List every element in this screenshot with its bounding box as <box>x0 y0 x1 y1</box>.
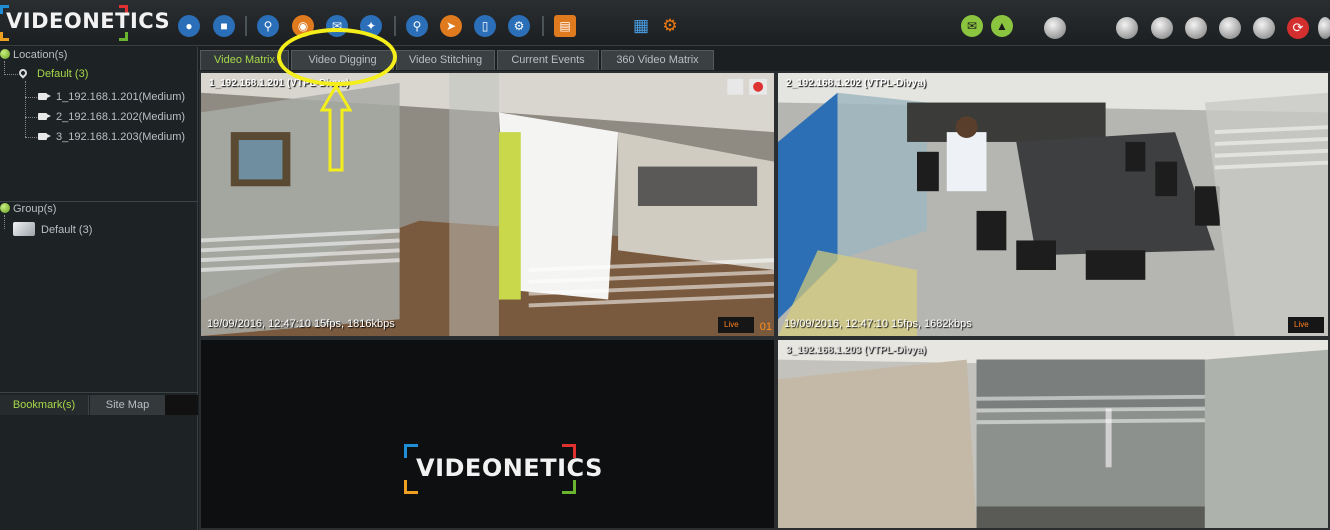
tile-number: 01 <box>759 321 772 333</box>
tile-title: 2_192.168.1.202 (VTPL-Divya) <box>786 78 927 89</box>
live-badge: Live <box>718 317 754 333</box>
video-tile-3[interactable]: 3_192.168.1.203 (VTPL-Divya) <box>776 338 1330 530</box>
center-logo-text: VIDEONETICS <box>416 454 603 482</box>
tile-status: 19/09/2016, 12:47:10 15fps, 1682kbps <box>784 318 972 330</box>
video-tile-1[interactable]: 1_192.168.1.201 (VTPL-Divya) 19/09/2016,… <box>199 71 776 338</box>
tree-camera-1[interactable]: 1_192.168.1.201(Medium) <box>38 91 185 103</box>
window-button[interactable] <box>1185 17 1207 39</box>
toolbar-separator <box>542 16 544 36</box>
tab-video-stitching[interactable]: Video Stitching <box>396 50 495 70</box>
grid-icon[interactable]: ▦ <box>630 15 652 37</box>
logo-text: VIDEONETICS <box>6 9 171 33</box>
settings-group-icon[interactable]: ⚙ <box>508 15 530 37</box>
highlight-ellipse <box>277 28 397 86</box>
panel-divider <box>0 201 198 202</box>
tab-bookmarks[interactable]: Bookmark(s) <box>0 395 89 415</box>
window-button[interactable] <box>1151 17 1173 39</box>
window-button[interactable] <box>1116 17 1138 39</box>
highlight-arrow <box>320 84 352 172</box>
tile-status: 19/09/2016, 12:47:10 15fps, 1816kbps <box>207 318 395 330</box>
toolbar-separator <box>245 16 247 36</box>
camera-feed-1 <box>201 73 774 336</box>
location-node-icon <box>0 49 10 59</box>
video-matrix: 1_192.168.1.201 (VTPL-Divya) 19/09/2016,… <box>199 71 1330 530</box>
video-camera-icon <box>38 113 51 120</box>
mobile-icon[interactable]: ▯ <box>474 15 496 37</box>
user-icon[interactable]: ● <box>178 15 200 37</box>
tree-camera-3[interactable]: 3_192.168.1.203(Medium) <box>38 131 185 143</box>
group-icon <box>13 222 35 236</box>
toolbar-separator <box>394 16 396 36</box>
tree-groups[interactable]: Group(s) <box>0 203 56 215</box>
camera-feed-3 <box>778 340 1328 528</box>
video-tile-2[interactable]: 2_192.168.1.202 (VTPL-Divya) 19/09/2016,… <box>776 71 1330 338</box>
tree-location-default[interactable]: Default (3) <box>17 67 88 80</box>
gear-icon[interactable]: ⚙ <box>659 15 681 37</box>
panel-divider <box>0 392 198 393</box>
videonetics-logo: VIDEONETICS <box>0 3 170 41</box>
window-button[interactable] <box>1318 17 1330 39</box>
left-panel: Location(s) Default (3) 1_192.168.1.201(… <box>0 47 198 530</box>
tab-site-map[interactable]: Site Map <box>90 395 165 415</box>
tree-group-default[interactable]: Default (3) <box>13 222 92 236</box>
video-tile-empty[interactable]: VIDEONETICS <box>199 338 776 530</box>
mail-alert-icon[interactable]: ✉ <box>961 15 983 37</box>
group-node-icon <box>0 203 10 213</box>
window-button[interactable] <box>1219 17 1241 39</box>
user-device-icon[interactable]: ■ <box>213 15 235 37</box>
tab-current-events[interactable]: Current Events <box>497 50 599 70</box>
tile-title: 3_192.168.1.203 (VTPL-Divya) <box>786 345 927 356</box>
tree-camera-2[interactable]: 2_192.168.1.202(Medium) <box>38 111 185 123</box>
map-pin-icon <box>17 67 29 79</box>
search-person-icon[interactable]: ⚲ <box>257 15 279 37</box>
bottom-tab-strip: Bookmark(s) Site Map <box>0 395 198 415</box>
video-camera-icon <box>38 93 51 100</box>
bell-icon[interactable]: ▲ <box>991 15 1013 37</box>
tab-video-matrix[interactable]: Video Matrix <box>200 50 289 70</box>
main-toolbar: VIDEONETICS ● ■ ⚲ ◉ ✉ ✦ ⚲ ➤ ▯ ⚙ ▤ ▦ ⚙ ✉ … <box>0 0 1330 46</box>
tab-360-video-matrix[interactable]: 360 Video Matrix <box>601 50 714 70</box>
camera-feed-2 <box>778 73 1328 336</box>
run-icon[interactable]: ➤ <box>440 15 462 37</box>
window-button[interactable] <box>1253 17 1275 39</box>
live-badge: Live <box>1288 317 1324 333</box>
book-icon[interactable]: ▤ <box>554 15 576 37</box>
power-icon[interactable]: ⟳ <box>1287 17 1309 39</box>
videonetics-center-logo: VIDEONETICS <box>404 442 602 494</box>
tree-locations[interactable]: Location(s) <box>0 49 67 61</box>
status-button[interactable] <box>1044 17 1066 39</box>
search-icon[interactable]: ⚲ <box>406 15 428 37</box>
video-camera-icon <box>38 133 51 140</box>
